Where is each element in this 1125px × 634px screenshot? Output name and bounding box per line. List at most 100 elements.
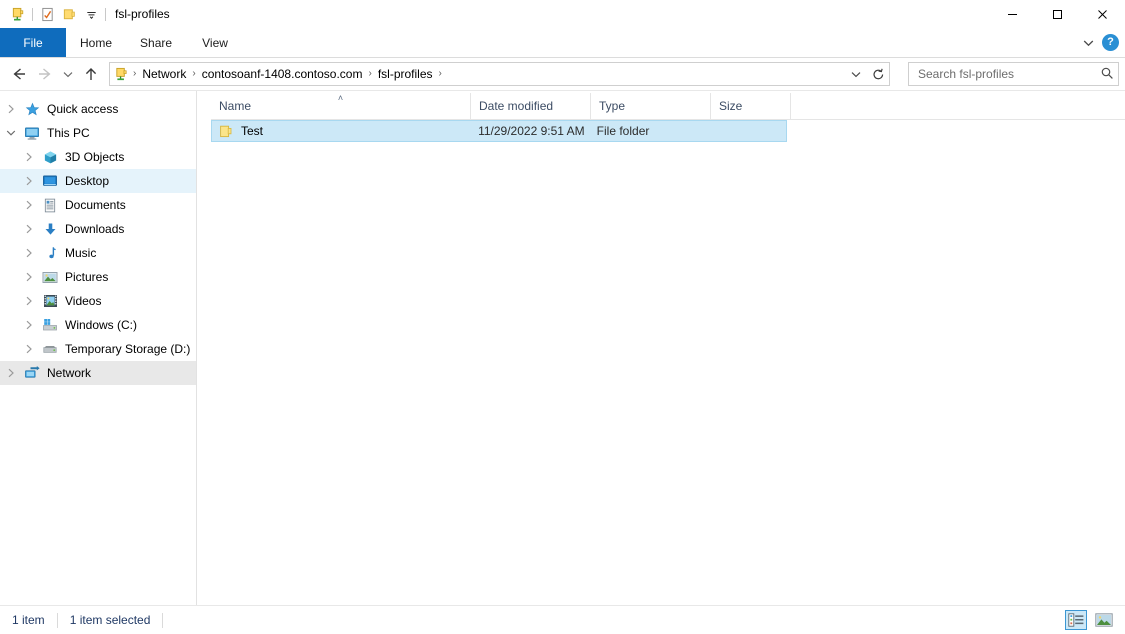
breadcrumb: › Network › contosoanf-1408.contoso.com … (114, 64, 847, 84)
address-bar: › Network › contosoanf-1408.contoso.com … (0, 58, 1125, 90)
tab-view[interactable]: View (186, 28, 244, 57)
sidebar-item-temporary-storage-d[interactable]: Temporary Storage (D:) (0, 337, 196, 361)
windows-drive-icon (40, 317, 60, 333)
sidebar-item-documents[interactable]: Documents (0, 193, 196, 217)
network-location-icon (114, 67, 129, 82)
tab-home[interactable]: Home (66, 28, 126, 57)
sidebar-item-label: Desktop (65, 173, 109, 189)
sidebar-item-this-pc[interactable]: This PC (0, 121, 196, 145)
breadcrumb-separator-2[interactable]: › (366, 64, 373, 84)
new-folder-icon[interactable] (58, 3, 80, 25)
drive-icon (40, 341, 60, 357)
back-button[interactable] (6, 61, 32, 87)
chevron-down-icon[interactable] (0, 129, 22, 137)
3d-objects-icon (40, 149, 60, 165)
minimize-button[interactable] (990, 0, 1035, 28)
column-header-name[interactable]: ˄ Name (211, 93, 471, 119)
chevron-right-icon[interactable] (18, 344, 40, 354)
breadcrumb-separator-1[interactable]: › (190, 64, 197, 84)
chevron-right-icon[interactable] (18, 320, 40, 330)
up-button[interactable] (78, 61, 104, 87)
tab-file[interactable]: File (0, 28, 66, 57)
breadcrumb-separator-0: › (131, 64, 138, 84)
expand-ribbon-chevron-icon[interactable] (1083, 36, 1094, 50)
column-headers: ˄ Name Date modified Type Size (211, 93, 1125, 120)
chevron-right-icon[interactable] (18, 224, 40, 234)
view-mode-buttons (1065, 606, 1115, 634)
customize-chevron-icon[interactable] (80, 3, 102, 25)
help-icon[interactable]: ? (1102, 34, 1119, 51)
refresh-button[interactable] (867, 62, 890, 86)
chevron-right-icon[interactable] (18, 152, 40, 162)
folder-icon (220, 125, 234, 138)
properties-icon[interactable] (36, 3, 58, 25)
videos-icon (40, 293, 60, 309)
sort-ascending-caret-icon: ˄ (338, 94, 343, 103)
chevron-right-icon[interactable] (0, 104, 22, 114)
status-separator-1 (57, 613, 58, 628)
breadcrumb-item-server[interactable]: contosoanf-1408.contoso.com (198, 64, 367, 84)
cell-date-modified: 11/29/2022 9:51 AM (470, 124, 589, 138)
details-view-button[interactable] (1065, 610, 1087, 630)
sidebar-item-quick-access[interactable]: Quick access (0, 97, 196, 121)
sidebar-item-desktop[interactable]: Desktop (0, 169, 196, 193)
sidebar-item-label: Downloads (65, 221, 124, 237)
close-button[interactable] (1080, 0, 1125, 28)
large-icons-view-button[interactable] (1093, 610, 1115, 630)
ribbon-tab-bar: File Home Share View ? (0, 28, 1125, 58)
search-icon[interactable] (1100, 66, 1114, 83)
column-header-type[interactable]: Type (591, 93, 711, 119)
sidebar-item-network[interactable]: Network (0, 361, 196, 385)
chevron-right-icon[interactable] (18, 296, 40, 306)
breadcrumb-item-network[interactable]: Network (138, 64, 190, 84)
sidebar-item-3d-objects[interactable]: 3D Objects (0, 145, 196, 169)
status-bar: 1 item 1 item selected (0, 605, 1125, 634)
downloads-icon (40, 221, 60, 237)
forward-button (32, 61, 58, 87)
sidebar-item-music[interactable]: Music (0, 241, 196, 265)
chevron-right-icon[interactable] (18, 272, 40, 282)
tab-share[interactable]: Share (126, 28, 186, 57)
sidebar-item-videos[interactable]: Videos (0, 289, 196, 313)
status-separator-2 (162, 613, 163, 628)
sidebar-item-label: Documents (65, 197, 126, 213)
address-dropdown-chevron-icon[interactable] (847, 64, 865, 84)
chevron-right-icon[interactable] (0, 368, 22, 378)
recent-locations-chevron-icon[interactable] (58, 61, 78, 87)
column-header-size[interactable]: Size (711, 93, 791, 119)
chevron-right-icon[interactable] (18, 200, 40, 210)
window-title: fsl-profiles (115, 7, 170, 21)
breadcrumb-bar[interactable]: › Network › contosoanf-1408.contoso.com … (109, 62, 868, 86)
selection-count-label: 1 item selected (70, 613, 163, 627)
ribbon-right-controls: ? (1083, 28, 1119, 57)
file-name-label: Test (241, 124, 263, 138)
column-header-label: Size (719, 99, 742, 113)
toolbar-separator (32, 8, 33, 21)
breadcrumb-item-fsl-profiles[interactable]: fsl-profiles (374, 64, 437, 84)
title-bar: fsl-profiles (0, 0, 1125, 28)
sidebar-item-pictures[interactable]: Pictures (0, 265, 196, 289)
breadcrumb-separator-3[interactable]: › (437, 64, 444, 84)
network-folder-icon[interactable] (7, 3, 29, 25)
music-icon (40, 245, 60, 261)
table-row[interactable]: Test 11/29/2022 9:51 AM File folder (211, 120, 787, 142)
file-rows: Test 11/29/2022 9:51 AM File folder (211, 120, 1125, 605)
sidebar-item-label: Quick access (47, 101, 118, 117)
pictures-icon (40, 269, 60, 285)
network-icon (22, 365, 42, 381)
chevron-right-icon[interactable] (18, 248, 40, 258)
cell-name[interactable]: Test (212, 124, 470, 138)
file-list-pane[interactable]: ˄ Name Date modified Type Size (197, 91, 1125, 605)
search-box[interactable] (908, 62, 1119, 86)
sidebar-item-downloads[interactable]: Downloads (0, 217, 196, 241)
search-input[interactable] (916, 66, 1100, 82)
chevron-right-icon[interactable] (18, 176, 40, 186)
sidebar-item-windows-c[interactable]: Windows (C:) (0, 313, 196, 337)
file-explorer-window: fsl-profiles File Home Shar (0, 0, 1125, 634)
column-header-date-modified[interactable]: Date modified (471, 93, 591, 119)
monitor-icon (22, 125, 42, 141)
maximize-button[interactable] (1035, 0, 1080, 28)
navigation-pane[interactable]: Quick access This PC (0, 91, 197, 605)
item-count-label: 1 item (12, 613, 57, 627)
desktop-icon (40, 173, 60, 189)
